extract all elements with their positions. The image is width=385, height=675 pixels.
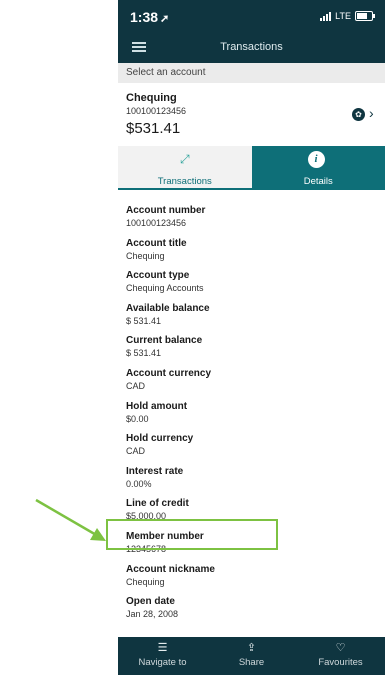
tab-details[interactable]: i Details	[251, 146, 385, 190]
account-details-list: Account number 100100123456 Account titl…	[126, 205, 376, 629]
detail-label: Account type	[126, 270, 190, 282]
detail-label: Available balance	[126, 302, 210, 314]
account-card[interactable]: Chequing 100100123456 $531.41 ✿ ›	[118, 84, 385, 146]
annotation-arrow	[35, 498, 106, 541]
detail-label: Account number	[126, 205, 206, 216]
status-bar: 1:38 ➚ LTE	[118, 0, 385, 33]
network-label: LTE	[335, 11, 351, 21]
favourites-button[interactable]: ♡ Favourites	[296, 637, 385, 675]
expand-arrows-icon: ⤢	[179, 152, 190, 166]
detail-open-date: Open date Jan 28, 2008	[126, 596, 376, 629]
chevron-right-icon[interactable]: ›	[369, 105, 374, 121]
tab-bar: ⤢ Transactions i Details	[118, 146, 385, 190]
list-icon: ☰	[157, 642, 168, 654]
detail-value: Jan 28, 2008	[126, 609, 179, 620]
account-number: 100100123456	[126, 106, 187, 116]
nav-bar: Transactions	[118, 33, 385, 63]
heart-icon: ♡	[335, 642, 346, 654]
detail-account-nickname: Account nickname Chequing	[126, 564, 376, 597]
detail-value: 0.00%	[126, 478, 152, 489]
phone-screen: 1:38 ➚ LTE Transactions Select an account…	[118, 0, 385, 675]
detail-value: 100100123456	[126, 218, 187, 228]
bottom-nav: ☰ Navigate to ⇪ Share ♡ Favourites	[118, 637, 385, 675]
detail-account-type: Account type Chequing Accounts	[126, 270, 376, 303]
detail-value: CAD	[126, 380, 146, 391]
share-button[interactable]: ⇪ Share	[207, 637, 296, 675]
page-title: Transactions	[220, 41, 283, 53]
signal-icon	[320, 11, 332, 21]
status-time: 1:38 ➚	[130, 9, 169, 25]
tab-label: Details	[303, 176, 333, 187]
detail-label: Interest rate	[126, 465, 184, 477]
detail-value: $0.00	[126, 413, 149, 424]
detail-value: Chequing Accounts	[126, 283, 204, 294]
detail-label: Hold currency	[126, 433, 194, 445]
battery-icon	[355, 11, 375, 21]
detail-interest-rate: Interest rate 0.00%	[126, 466, 376, 499]
tab-transactions[interactable]: ⤢ Transactions	[118, 146, 252, 190]
detail-label: Account nickname	[126, 563, 215, 575]
select-account-bar[interactable]: Select an account	[118, 63, 385, 83]
detail-account-currency: Account currency CAD	[126, 368, 376, 401]
tab-label: Transactions	[157, 176, 212, 187]
detail-label: Line of credit	[126, 498, 189, 510]
detail-label: Hold amount	[126, 400, 188, 412]
detail-label: Current balance	[126, 335, 203, 347]
detail-account-title: Account title Chequing	[126, 238, 376, 271]
nav-label: Share	[238, 657, 265, 668]
detail-label: Account title	[126, 237, 187, 249]
account-balance: $531.41	[126, 120, 181, 137]
share-icon: ⇪	[246, 642, 257, 654]
detail-value: $ 531.41	[126, 315, 162, 326]
detail-value: CAD	[126, 446, 146, 457]
detail-value: Chequing	[126, 576, 165, 587]
detail-label: Account currency	[126, 367, 212, 379]
detail-hold-currency: Hold currency CAD	[126, 433, 376, 466]
nav-label: Navigate to	[138, 657, 187, 668]
detail-hold-amount: Hold amount $0.00	[126, 401, 376, 434]
favourite-badge-icon: ✿	[352, 108, 365, 121]
status-indicators: LTE	[320, 11, 375, 21]
detail-available-balance: Available balance $ 531.41	[126, 303, 376, 336]
member-number-highlight	[106, 519, 278, 550]
detail-account-number: Account number 100100123456	[126, 205, 376, 238]
clock-text: 1:38	[130, 9, 159, 25]
detail-label: Open date	[126, 596, 175, 608]
location-arrow-icon: ➚	[160, 13, 170, 25]
info-icon: i	[307, 151, 325, 168]
detail-value: $ 531.41	[126, 348, 162, 359]
detail-current-balance: Current balance $ 531.41	[126, 335, 376, 368]
account-name: Chequing	[126, 92, 177, 104]
nav-label: Favourites	[318, 657, 363, 668]
navigate-to-button[interactable]: ☰ Navigate to	[118, 637, 207, 675]
detail-value: Chequing	[126, 250, 165, 261]
